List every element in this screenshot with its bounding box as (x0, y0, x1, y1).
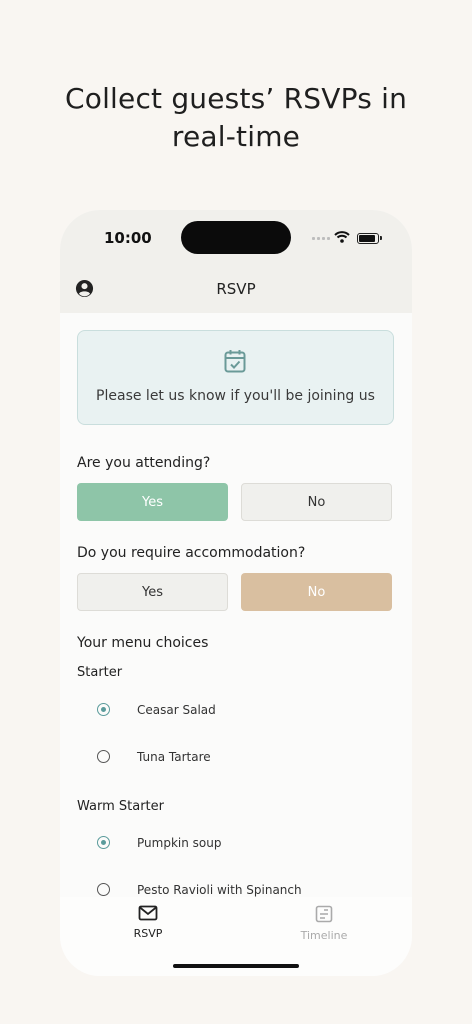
warm-starter-heading: Warm Starter (77, 799, 165, 814)
attending-no-button[interactable]: No (241, 483, 392, 521)
radio-pesto-ravioli[interactable] (97, 883, 110, 896)
menu-title: Your menu choices (77, 635, 209, 651)
radio-ceasar-salad[interactable] (97, 703, 110, 716)
accommodation-label: Do you require accommodation? (77, 545, 306, 561)
info-banner: Please let us know if you'll be joining … (77, 330, 394, 425)
banner-text: Please let us know if you'll be joining … (96, 388, 375, 404)
tab-timeline[interactable]: Timeline (284, 905, 364, 942)
tab-bar: RSVP Timeline (60, 897, 412, 976)
attending-label: Are you attending? (77, 455, 211, 471)
home-indicator[interactable] (173, 964, 299, 968)
tab-timeline-label: Timeline (300, 929, 348, 942)
attending-yes-button[interactable]: Yes (77, 483, 228, 521)
page-title: RSVP (216, 280, 256, 298)
radio-tuna-tartare[interactable] (97, 750, 110, 763)
battery-icon (357, 233, 379, 244)
status-bar: 10:00 (60, 210, 412, 270)
option-pumpkin-soup[interactable]: Pumpkin soup (137, 836, 221, 850)
accommodation-no-button[interactable]: No (241, 573, 392, 611)
radio-pumpkin-soup[interactable] (97, 836, 110, 849)
mail-icon (138, 905, 158, 921)
wifi-icon (334, 231, 350, 243)
timeline-icon (315, 905, 333, 923)
battery-tip (380, 236, 382, 240)
dynamic-island (181, 221, 291, 254)
status-time: 10:00 (104, 229, 152, 247)
calendar-check-icon (224, 350, 246, 373)
tab-rsvp-label: RSVP (133, 927, 163, 940)
starter-heading: Starter (77, 665, 123, 680)
headline-line-2: real-time (171, 120, 301, 153)
signal-icon (312, 237, 330, 240)
accommodation-yes-button[interactable]: Yes (77, 573, 228, 611)
nav-bar: RSVP (60, 270, 412, 313)
headline: Collect guests’ RSVPs in real-time (0, 80, 472, 156)
tab-rsvp[interactable]: RSVP (108, 905, 188, 940)
option-pesto-ravioli[interactable]: Pesto Ravioli with Spinanch (137, 883, 302, 897)
option-tuna-tartare[interactable]: Tuna Tartare (137, 750, 211, 764)
rsvp-content[interactable]: Please let us know if you'll be joining … (60, 313, 412, 897)
phone-frame: 10:00 RSVP Please let us know if you'll … (60, 210, 412, 976)
headline-line-1: Collect guests’ RSVPs in (64, 82, 408, 115)
option-ceasar-salad[interactable]: Ceasar Salad (137, 703, 216, 717)
